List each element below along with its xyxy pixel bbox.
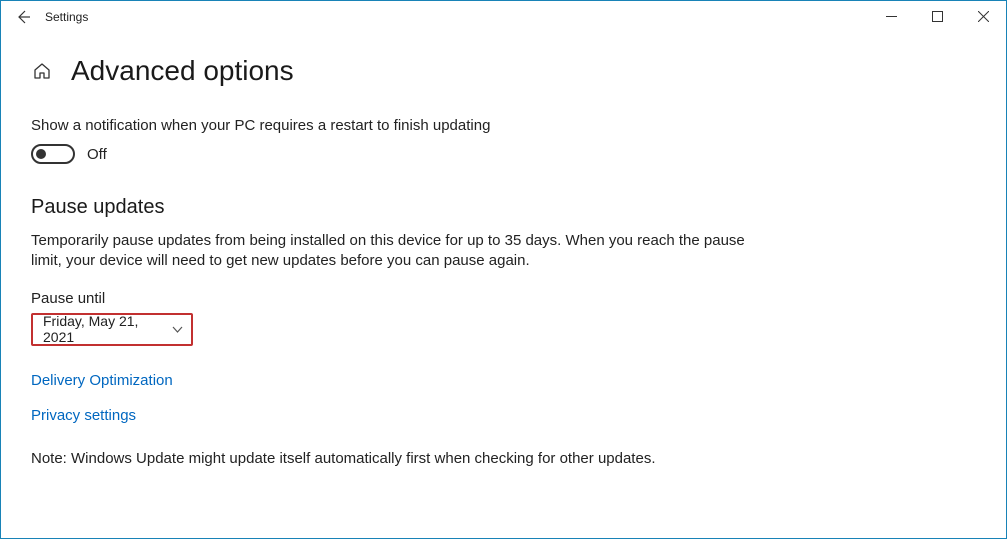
close-button[interactable] (960, 1, 1006, 31)
maximize-button[interactable] (914, 1, 960, 31)
toggle-state-text: Off (87, 146, 107, 163)
delivery-optimization-link[interactable]: Delivery Optimization (31, 372, 976, 389)
back-button[interactable] (9, 3, 37, 31)
pause-updates-description: Temporarily pause updates from being ins… (31, 231, 761, 272)
home-icon (32, 61, 52, 81)
arrow-left-icon (15, 9, 31, 25)
page-title: Advanced options (71, 55, 294, 87)
privacy-settings-link[interactable]: Privacy settings (31, 407, 976, 424)
toggle-knob (36, 149, 46, 159)
chevron-down-icon (172, 324, 183, 335)
notification-toggle-row: Off (31, 144, 976, 164)
page-header: Advanced options (31, 55, 976, 87)
pause-until-value: Friday, May 21, 2021 (43, 313, 172, 345)
window-title: Settings (45, 10, 88, 24)
update-note: Note: Windows Update might update itself… (31, 450, 976, 467)
main-content: Advanced options Show a notification whe… (1, 33, 1006, 467)
minimize-button[interactable] (868, 1, 914, 31)
minimize-icon (886, 11, 897, 22)
close-icon (978, 11, 989, 22)
pause-until-dropdown[interactable]: Friday, May 21, 2021 (31, 313, 193, 346)
pause-updates-heading: Pause updates (31, 196, 976, 219)
window-controls (868, 1, 1006, 31)
home-button[interactable] (31, 61, 53, 81)
pause-until-label: Pause until (31, 290, 976, 307)
maximize-icon (932, 11, 943, 22)
notification-toggle[interactable] (31, 144, 75, 164)
titlebar: Settings (1, 1, 1006, 33)
notification-setting-label: Show a notification when your PC require… (31, 117, 976, 134)
